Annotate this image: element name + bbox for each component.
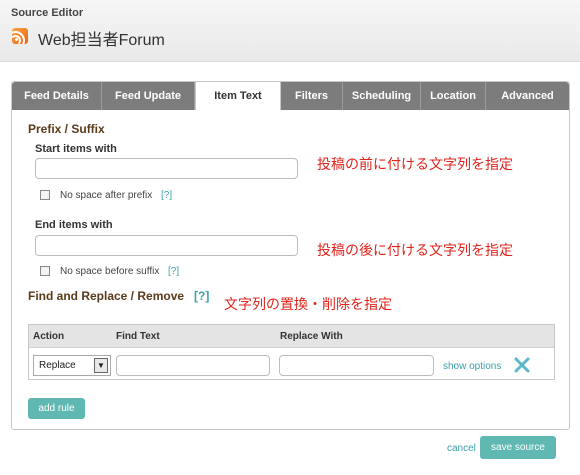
start-annotation: 投稿の前に付ける文字列を指定: [317, 156, 513, 172]
tab-feed-update[interactable]: Feed Update: [102, 82, 195, 110]
suffix-help-link[interactable]: [?]: [168, 266, 179, 277]
no-space-suffix-label: No space before suffix: [60, 266, 160, 277]
rules-table-header: Action Find Text Replace With: [29, 325, 554, 348]
header: Source Editor Web担当者Forum: [0, 0, 580, 62]
tab-advanced[interactable]: Advanced: [486, 82, 569, 110]
rss-icon: [12, 28, 28, 44]
end-annotation: 投稿の後に付ける文字列を指定: [317, 242, 513, 258]
tab-scheduling[interactable]: Scheduling: [343, 82, 421, 110]
save-source-button[interactable]: save source: [480, 436, 556, 459]
rules-table: Action Find Text Replace With Replace ▼ …: [28, 324, 555, 380]
feed-name: Web担当者Forum: [38, 32, 165, 49]
app-title: Source Editor: [11, 7, 84, 19]
start-items-input[interactable]: [35, 158, 298, 179]
no-space-suffix-checkbox[interactable]: [40, 266, 50, 276]
add-rule-button[interactable]: add rule: [28, 398, 85, 419]
replace-column-header: Replace With: [280, 331, 343, 342]
end-items-input[interactable]: [35, 235, 298, 256]
replace-with-input[interactable]: [279, 355, 434, 376]
show-options-link[interactable]: show options: [443, 361, 501, 372]
end-items-label: End items with: [35, 219, 113, 231]
no-space-prefix-checkbox[interactable]: [40, 190, 50, 200]
replace-annotation: 文字列の置換・削除を指定: [224, 296, 392, 312]
cancel-link[interactable]: cancel: [447, 443, 476, 454]
close-icon[interactable]: [513, 356, 531, 374]
find-text-input[interactable]: [116, 355, 270, 376]
find-replace-heading: Find and Replace / Remove: [28, 289, 185, 303]
no-space-prefix-label: No space after prefix: [60, 190, 153, 201]
tab-location[interactable]: Location: [421, 82, 486, 110]
start-items-label: Start items with: [35, 143, 117, 155]
tab-feed-details[interactable]: Feed Details: [12, 82, 102, 110]
tab-bar: Feed Details Feed Update Item Text Filte…: [12, 81, 569, 110]
action-column-header: Action: [33, 331, 65, 342]
tab-item-text[interactable]: Item Text: [195, 81, 281, 110]
action-select[interactable]: Replace ▼: [33, 355, 111, 376]
tab-filters[interactable]: Filters: [281, 82, 343, 110]
find-replace-help-link[interactable]: [?]: [194, 289, 209, 303]
chevron-down-icon[interactable]: ▼: [94, 358, 108, 373]
action-select-value: Replace: [39, 360, 76, 371]
prefix-help-link[interactable]: [?]: [161, 190, 172, 201]
find-column-header: Find Text: [116, 331, 160, 342]
prefix-suffix-heading: Prefix / Suffix: [28, 122, 105, 136]
editor-panel: Feed Details Feed Update Item Text Filte…: [11, 81, 570, 430]
